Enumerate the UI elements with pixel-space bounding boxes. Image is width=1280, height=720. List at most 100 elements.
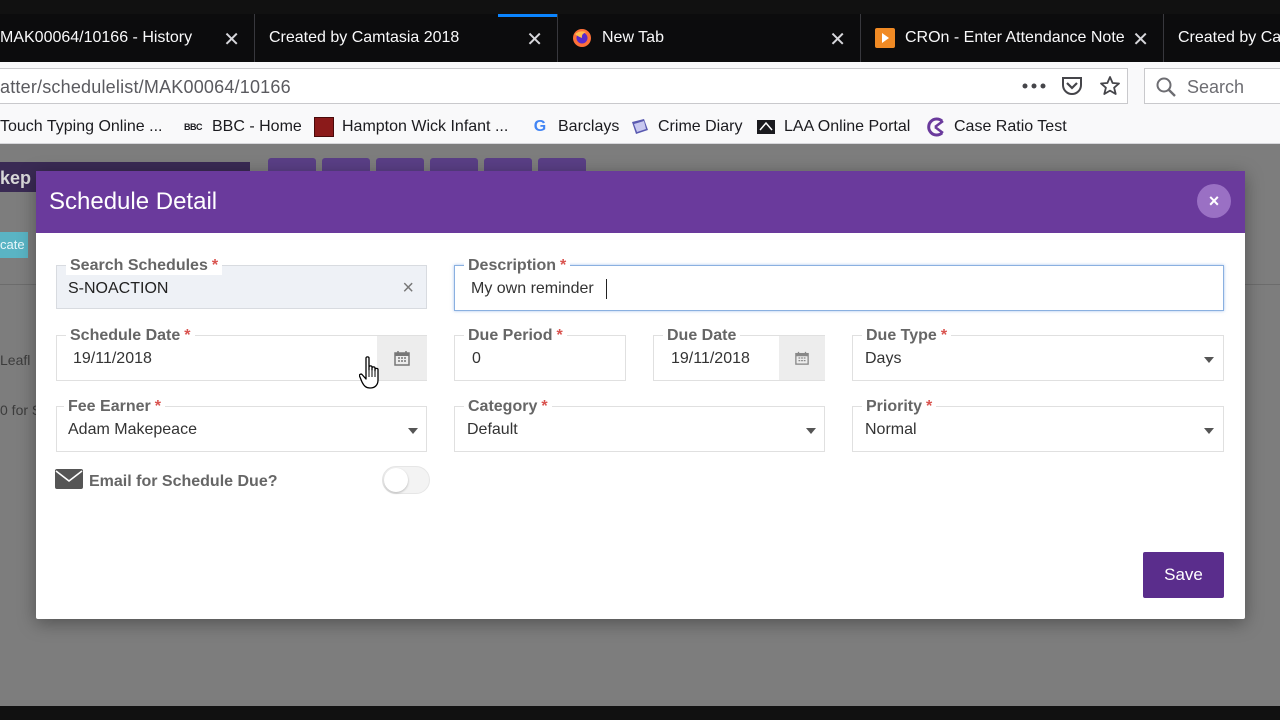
category-field: Default Category *	[454, 398, 825, 452]
close-tab-icon[interactable]: ✕	[1132, 27, 1149, 52]
tab-title: MAK00064/10166 - History	[0, 29, 193, 46]
tab-title: Created by Camtasia 2018	[269, 29, 460, 46]
bookmark-hampton-wick[interactable]: Hampton Wick Infant ...	[314, 116, 508, 138]
category-value: Default	[467, 421, 518, 438]
field-label: Schedule Date *	[66, 327, 195, 345]
email-schedule-due-toggle[interactable]	[382, 466, 430, 494]
bookmark-label: Case Ratio Test	[954, 118, 1067, 135]
bookmark-star-icon[interactable]	[1098, 74, 1122, 98]
firefox-icon	[572, 28, 592, 48]
description-field: My own reminder Description *	[454, 257, 1224, 311]
save-button[interactable]: Save	[1143, 552, 1224, 598]
bookmark-label: Barclays	[558, 118, 620, 135]
due-period-value: 0	[472, 350, 481, 367]
due-date-value: 19/11/2018	[671, 350, 750, 367]
top-strip	[0, 0, 1280, 14]
field-label-text: Priority	[866, 398, 923, 415]
case-ratio-icon	[926, 117, 946, 137]
search-icon	[1155, 76, 1177, 103]
due-type-field: Days Due Type *	[852, 327, 1224, 381]
school-icon	[314, 117, 334, 137]
field-label: Description *	[464, 257, 571, 275]
required-marker: *	[184, 327, 191, 344]
modal-title: Schedule Detail	[49, 188, 218, 215]
calendar-icon	[795, 351, 809, 365]
required-marker: *	[560, 257, 567, 274]
bookmark-label: Touch Typing Online ...	[0, 118, 163, 135]
clear-icon[interactable]: ×	[402, 277, 414, 300]
tab-cron[interactable]: CROn - Enter Attendance Note ✕	[861, 14, 1163, 62]
field-label: Search Schedules *	[66, 257, 223, 275]
close-tab-icon[interactable]: ✕	[829, 27, 846, 52]
required-marker: *	[556, 327, 563, 344]
bookmark-laa-portal[interactable]: LAA Online Portal	[756, 116, 910, 138]
page-side-text: Leafl	[0, 352, 31, 368]
field-label: Due Date	[663, 327, 741, 345]
required-marker: *	[154, 398, 161, 415]
fee-earner-value: Adam Makepeace	[68, 421, 197, 438]
field-label-text: Due Type	[866, 327, 937, 344]
required-marker: *	[926, 398, 933, 415]
priority-field: Normal Priority *	[852, 398, 1224, 452]
tab-title: Created by Ca	[1178, 29, 1280, 46]
field-label: Category *	[464, 398, 552, 416]
toggle-knob	[384, 468, 408, 492]
bookmark-touch-typing[interactable]: Touch Typing Online ...	[0, 116, 162, 138]
diary-icon	[630, 117, 650, 137]
text-caret	[606, 279, 607, 299]
laa-icon	[756, 117, 776, 137]
search-bar[interactable]: Search	[1144, 68, 1280, 104]
field-label-text: Description	[468, 257, 557, 274]
close-tab-icon[interactable]: ✕	[223, 27, 240, 52]
field-label: Fee Earner *	[64, 398, 165, 416]
chevron-down-icon	[806, 428, 816, 434]
schedule-date-value: 19/11/2018	[73, 350, 152, 367]
field-label-text: Category	[468, 398, 538, 415]
pocket-icon[interactable]	[1060, 74, 1084, 98]
tab-new-tab[interactable]: New Tab ✕	[558, 14, 860, 62]
field-label-text: Due Period	[468, 327, 553, 344]
bookmark-barclays[interactable]: G Barclays	[530, 116, 620, 138]
modal-header: Schedule Detail ×	[36, 171, 1245, 233]
close-tab-icon[interactable]: ✕	[526, 27, 543, 52]
chevron-down-icon	[1204, 357, 1214, 363]
field-label-text: Search Schedules	[70, 257, 208, 274]
chevron-down-icon	[408, 428, 418, 434]
url-text[interactable]: atter/schedulelist/MAK00064/10166	[0, 77, 291, 98]
field-label-text: Fee Earner	[68, 398, 151, 415]
search-schedules-field: S-NOACTION × Search Schedules *	[56, 257, 427, 309]
bookmark-bbc[interactable]: BBC BBC - Home	[182, 116, 302, 138]
page-chip: cate	[0, 232, 28, 258]
bookmark-label: BBC - Home	[212, 118, 302, 135]
due-date-field: 19/11/2018 Due Date	[653, 327, 825, 381]
search-placeholder: Search	[1187, 77, 1245, 97]
tab-history[interactable]: MAK00064/10166 - History ✕	[0, 14, 254, 62]
bookmark-crime-diary[interactable]: Crime Diary	[630, 116, 742, 138]
bookmark-case-ratio[interactable]: Case Ratio Test	[926, 116, 1067, 138]
bbc-icon: BBC	[184, 122, 203, 132]
url-bar[interactable]: atter/schedulelist/MAK00064/10166	[0, 68, 1128, 104]
chevron-down-icon	[1204, 428, 1214, 434]
calendar-icon	[394, 351, 410, 366]
field-label: Due Period *	[464, 327, 567, 345]
description-value: My own reminder	[471, 280, 594, 297]
field-label: Priority *	[862, 398, 937, 416]
due-type-value: Days	[865, 350, 902, 367]
fee-earner-field: Adam Makepeace Fee Earner *	[56, 398, 427, 452]
email-toggle-label: Email for Schedule Due?	[89, 473, 278, 490]
search-schedules-value: S-NOACTION	[68, 280, 169, 297]
due-period-field: 0 Due Period *	[454, 327, 626, 381]
required-marker: *	[211, 257, 219, 274]
calendar-button[interactable]	[779, 336, 825, 380]
page-actions-icon[interactable]	[1022, 74, 1046, 98]
close-button[interactable]: ×	[1197, 184, 1231, 218]
page-header-text: kep	[0, 168, 32, 188]
field-label-text: Due Date	[667, 327, 737, 344]
required-marker: *	[940, 327, 948, 344]
priority-value: Normal	[865, 421, 917, 438]
tab-title: New Tab	[602, 29, 664, 46]
bottom-bar	[0, 706, 1280, 720]
tab-camtasia[interactable]: Created by Camtasia 2018 ✕	[255, 14, 557, 62]
bookmark-label: Crime Diary	[658, 118, 743, 135]
tab-camtasia-2[interactable]: Created by Ca	[1164, 14, 1280, 62]
